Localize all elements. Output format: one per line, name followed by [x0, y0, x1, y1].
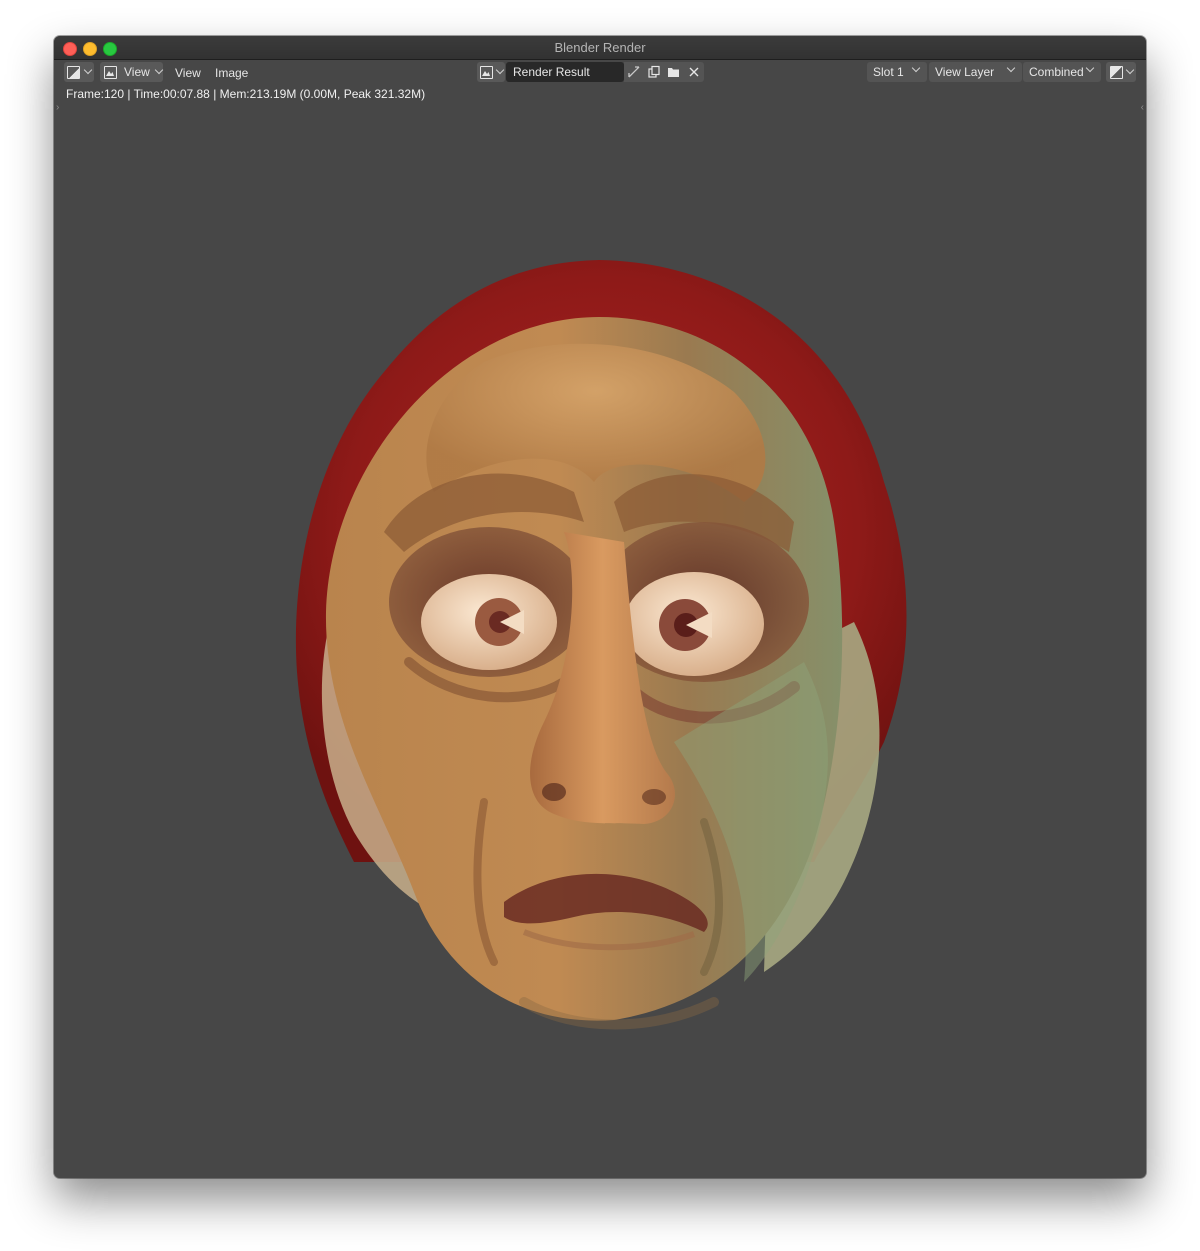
image-browse-button[interactable]	[477, 62, 505, 82]
window-title: Blender Render	[554, 40, 646, 55]
view-mode-dropdown[interactable]: View	[100, 62, 164, 82]
chevron-down-icon	[911, 63, 921, 73]
chevron-down-icon	[495, 65, 505, 75]
menu-view[interactable]: View	[175, 66, 201, 80]
image-editor-header: View View Image Render Result Slot 1 Vie…	[54, 60, 1146, 84]
menu-image[interactable]: Image	[215, 66, 248, 80]
editor-type-button[interactable]	[64, 62, 94, 82]
render-pass-dropdown[interactable]: Combined	[1023, 62, 1101, 82]
image-viewport[interactable]: › ‹	[54, 102, 1146, 1178]
new-image-icon[interactable]	[644, 62, 664, 82]
view-layer-dropdown[interactable]: View Layer	[929, 62, 1022, 82]
view-layer-label: View Layer	[935, 65, 995, 79]
display-channels-dropdown[interactable]	[1106, 62, 1136, 82]
render-status-text: Frame:120 | Time:00:07.88 | Mem:213.19M …	[66, 87, 426, 101]
chevron-down-icon	[1125, 65, 1135, 75]
slot-dropdown[interactable]: Slot 1	[867, 62, 927, 82]
fake-user-icon[interactable]	[624, 62, 644, 82]
view-mode-label: View	[124, 65, 150, 79]
image-view-icon	[104, 65, 117, 79]
render-result-image	[295, 260, 907, 1030]
image-browse-icon	[480, 65, 493, 79]
title-bar[interactable]: Blender Render	[54, 36, 1146, 60]
blender-window: Blender Render View View Image Render Re…	[54, 36, 1146, 1178]
slot-label: Slot 1	[873, 65, 904, 79]
render-pass-label: Combined	[1029, 65, 1084, 79]
image-name-field[interactable]: Render Result	[506, 62, 624, 82]
chevron-down-icon	[154, 65, 164, 75]
open-image-icon[interactable]	[664, 62, 684, 82]
chevron-down-icon	[1006, 63, 1016, 73]
chevron-down-icon	[1085, 63, 1095, 73]
unlink-image-icon[interactable]	[684, 62, 704, 82]
chevron-down-icon	[83, 65, 93, 75]
image-editor-icon	[67, 65, 80, 79]
display-channels-icon	[1110, 65, 1123, 79]
